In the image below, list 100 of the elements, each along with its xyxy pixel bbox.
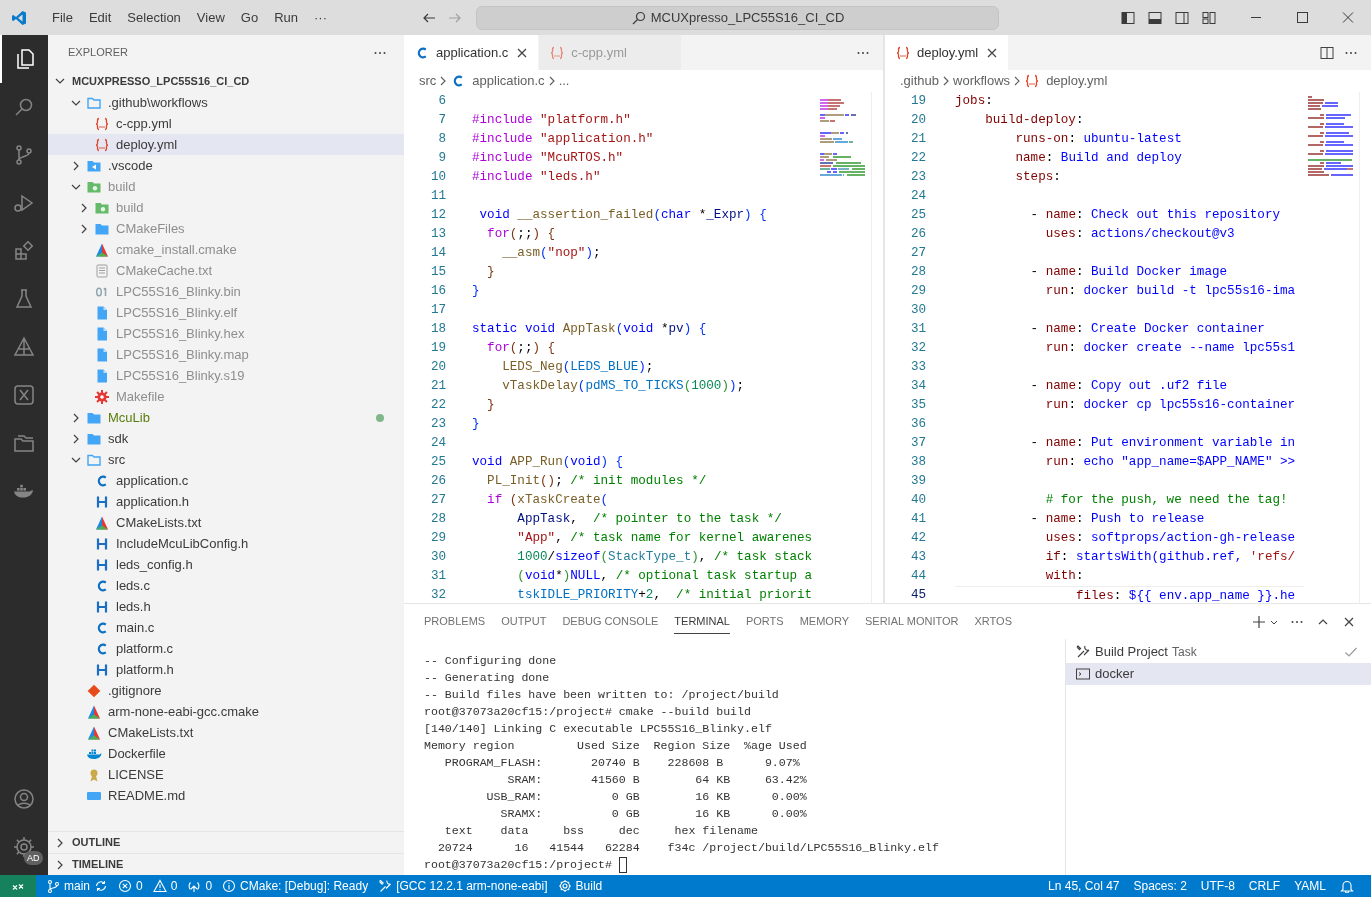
tree-item[interactable]: platform.h: [48, 659, 404, 680]
panel-tab[interactable]: TERMINAL: [674, 609, 730, 634]
menu-item[interactable]: Edit: [80, 0, 120, 35]
section-header[interactable]: OUTLINE: [72, 834, 121, 851]
status-item[interactable]: Ln 45, Col 47: [1041, 875, 1127, 897]
status-item[interactable]: 0: [147, 875, 183, 897]
panel-tab[interactable]: PORTS: [745, 609, 784, 634]
code-line: __asm("nop");: [501, 245, 602, 262]
breadcrumb-item[interactable]: src: [419, 71, 437, 91]
code-line: #include "platform.h": [472, 112, 632, 129]
tree-item[interactable]: Dockerfile: [48, 743, 404, 764]
status-item[interactable]: 0: [182, 875, 218, 897]
terminal-line: -- Build files have been written to: /project/build: [424, 687, 780, 703]
tree-item[interactable]: CMakeLists.txt: [48, 722, 404, 743]
terminal-list-item[interactable]: Build Project Task: [1066, 641, 1371, 663]
line-number: 25: [910, 207, 926, 224]
code-line: for(;;) {: [486, 340, 557, 357]
tree-item[interactable]: platform.c: [48, 638, 404, 659]
panel-tab[interactable]: DEBUG CONSOLE: [562, 609, 659, 634]
account-icon[interactable]: [12, 787, 36, 811]
editor-tab[interactable]: application.c: [404, 35, 540, 70]
tree-item[interactable]: leds.c: [48, 575, 404, 596]
line-number: 17: [430, 302, 446, 319]
tree-item[interactable]: arm-none-eabi-gcc.cmake: [48, 701, 404, 722]
breadcrumb-item[interactable]: ...: [558, 71, 570, 91]
menu-item[interactable]: File: [44, 0, 81, 35]
code-line: run: docker build -t lpc55s16-ima: [1044, 283, 1297, 300]
tree-item[interactable]: README.md: [48, 785, 404, 806]
code-line: vTaskDelay(pdMS_TO_TICKS(1000));: [501, 378, 746, 395]
status-item[interactable]: CMake: [Debug]: Ready: [217, 875, 374, 897]
triangle-icon: [12, 335, 36, 359]
menu-item[interactable]: ···: [306, 0, 335, 35]
menu-item[interactable]: View: [188, 0, 233, 35]
section-header[interactable]: MCUXPRESSO_LPC55S16_CI_CD: [72, 72, 250, 90]
terminal-icon: [1075, 666, 1091, 682]
tree-item[interactable]: application.h: [48, 491, 404, 512]
editor-tab[interactable]: deploy.yml: [885, 35, 1010, 70]
menu-item[interactable]: Selection: [119, 0, 189, 35]
line-number: 44: [910, 568, 926, 585]
panel-tab[interactable]: PROBLEMS: [424, 609, 486, 634]
menu-item[interactable]: Run: [266, 0, 306, 35]
line-number: 32: [910, 340, 926, 357]
status-item[interactable]: [GCC 12.2.1 arm-none-eabi]: [373, 875, 553, 897]
terminal-list-item[interactable]: docker: [1066, 663, 1371, 685]
terminal-line: SRAM: 41560 B 64 KB 63.42%: [506, 772, 808, 788]
panel-tab[interactable]: SERIAL MONITOR: [865, 609, 959, 634]
tree-item[interactable]: .github\workflows: [48, 92, 404, 113]
panel-tab[interactable]: XRTOS: [974, 609, 1012, 634]
tree-item[interactable]: .vscode: [48, 155, 404, 176]
split-layout-icon[interactable]: [1174, 9, 1190, 26]
code-line: if (xTaskCreate(: [486, 492, 610, 509]
panel-tab[interactable]: MEMORY: [799, 609, 849, 634]
tree-item[interactable]: LICENSE: [48, 764, 404, 785]
search-field[interactable]: MCUXpresso_LPC55S16_CI_CD: [476, 5, 999, 30]
tree-item[interactable]: IncludeMcuLibConfig.h: [48, 533, 404, 554]
section-header[interactable]: TIMELINE: [72, 856, 124, 873]
x-square-icon: [12, 383, 36, 407]
menu-item[interactable]: Go: [232, 0, 267, 35]
tree-item[interactable]: leds_config.h: [48, 554, 404, 575]
breadcrumb-item[interactable]: .github: [900, 71, 940, 91]
line-number: 25: [430, 454, 446, 471]
breadcrumb-item[interactable]: application.c: [472, 71, 545, 91]
tree-item[interactable]: application.c: [48, 470, 404, 491]
tree-item[interactable]: main.c: [48, 617, 404, 638]
line-number: 21: [430, 378, 446, 395]
status-item[interactable]: CRLF: [1241, 875, 1288, 897]
breadcrumb-item[interactable]: deploy.yml: [1046, 71, 1108, 91]
grid-layout-icon[interactable]: [1201, 9, 1217, 26]
tree-item[interactable]: c-cpp.yml: [48, 113, 404, 134]
code-line: - name: Build Docker image: [1029, 264, 1229, 281]
status-item[interactable]: UTF-8: [1193, 875, 1242, 897]
status-item[interactable]: Build: [552, 875, 608, 897]
code-line: "App", /* task name for kernel awarenes: [516, 530, 814, 547]
line-number: 30: [430, 549, 446, 566]
split-editor-icon[interactable]: [1319, 44, 1335, 61]
line-number: 22: [910, 150, 926, 167]
line-number: 32: [430, 587, 446, 603]
panel-tab[interactable]: OUTPUT: [501, 609, 547, 634]
code-line: run: docker create --name lpc55s1: [1044, 340, 1297, 357]
line-number: 38: [910, 454, 926, 471]
status-item[interactable]: [0, 875, 36, 897]
line-number: 24: [910, 188, 926, 205]
tree-item[interactable]: .gitignore: [48, 680, 404, 701]
status-item[interactable]: 0: [113, 875, 148, 897]
error-icon: [118, 879, 132, 893]
code-line: LEDS_Neg(LEDS_BLUE);: [501, 359, 655, 376]
sidebar-layout-icon[interactable]: [1120, 9, 1136, 26]
status-item[interactable]: Spaces: 2: [1126, 875, 1194, 897]
tree-item[interactable]: src: [48, 449, 404, 470]
tree-item[interactable]: McuLib: [48, 407, 404, 428]
line-number: 27: [910, 245, 926, 262]
status-item[interactable]: YAML: [1287, 875, 1333, 897]
status-item[interactable]: main: [41, 875, 113, 897]
tree-item[interactable]: deploy.yml: [48, 134, 404, 155]
panel-layout-icon[interactable]: [1147, 9, 1163, 26]
breadcrumb-item[interactable]: workflows: [953, 71, 1011, 91]
tree-item[interactable]: sdk: [48, 428, 404, 449]
code-line: runs-on: ubuntu-latest: [1014, 131, 1183, 148]
tree-item[interactable]: leds.h: [48, 596, 404, 617]
tree-item[interactable]: CMakeLists.txt: [48, 512, 404, 533]
